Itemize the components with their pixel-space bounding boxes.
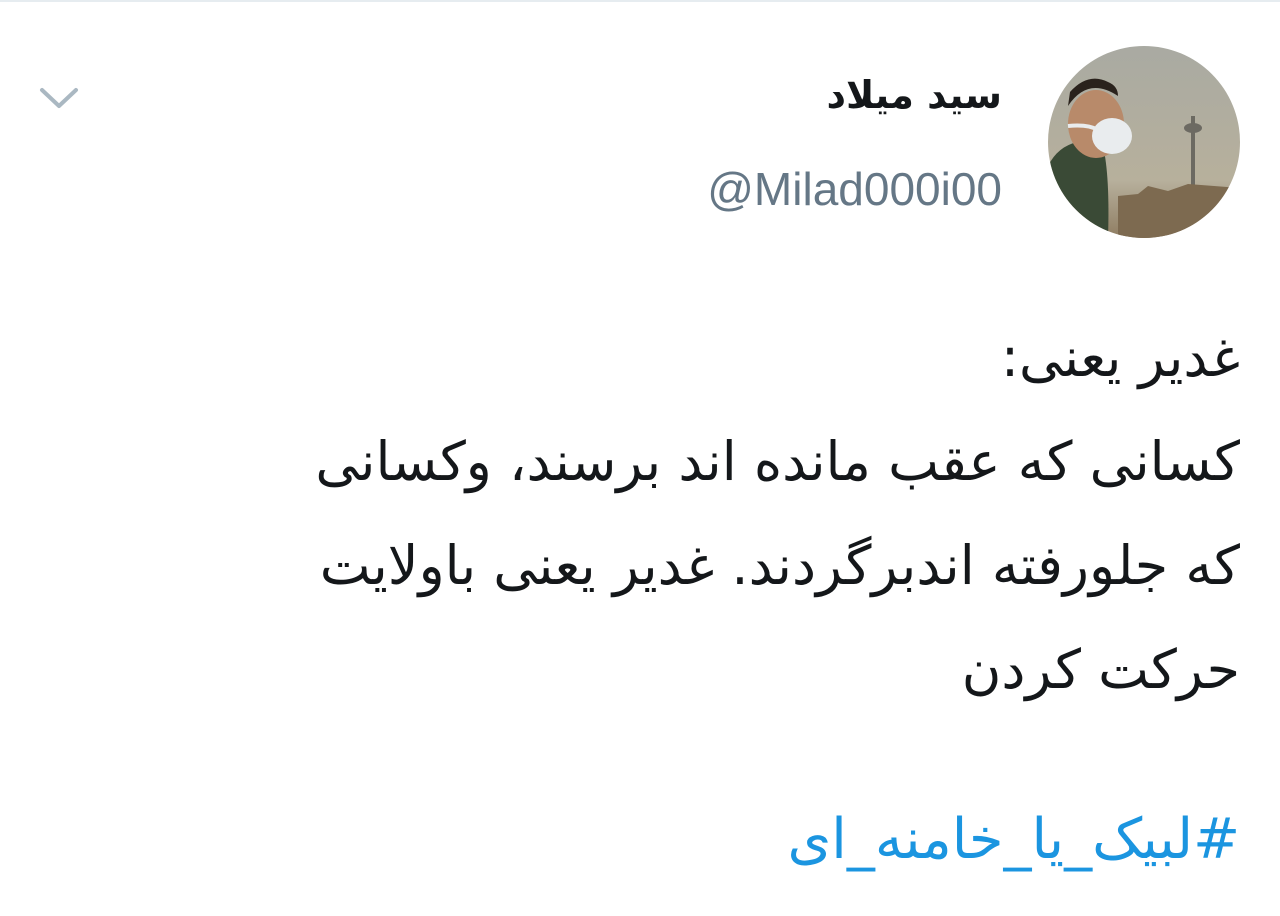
top-divider [0, 0, 1280, 2]
tweet-text-line: کسانی که عقب مانده اند برسند، وکسانی [315, 430, 1240, 493]
tweet-text-line: که جلورفته اندبرگردند. غدیر یعنی باولایت [319, 534, 1240, 597]
tweet-text-line: حرکت کردن [961, 638, 1240, 701]
tweet-text: غدیر یعنی: کسانی که عقب مانده اند برسند،… [60, 306, 1240, 722]
avatar[interactable] [1048, 46, 1240, 238]
chevron-down-icon[interactable] [36, 80, 82, 116]
hashtag-link[interactable]: #لبیک_یا_خامنه_ای [787, 788, 1240, 892]
author-display-name[interactable]: سید میلاد [827, 66, 1002, 124]
tweet-text-line: غدیر یعنی: [1000, 326, 1240, 389]
author-handle[interactable]: @Milad000i00 [707, 160, 1002, 218]
tweet-card: سید میلاد @Milad000i00 غدیر یعنی: کسانی … [0, 0, 1280, 916]
